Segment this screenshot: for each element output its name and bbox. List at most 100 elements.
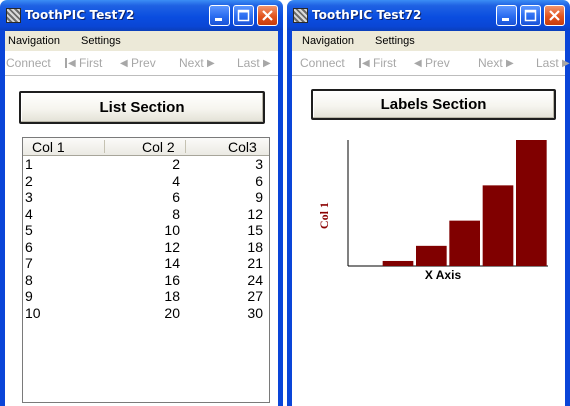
labels-section-button[interactable]: Labels Section: [311, 89, 556, 120]
list-row[interactable]: 2 4 6: [23, 173, 269, 190]
minimize-icon: [502, 18, 509, 21]
menu-bar: Navigation Settings: [5, 31, 278, 51]
cell-col2: 20: [164, 304, 180, 321]
y-axis-label: Col 1: [317, 202, 331, 229]
list-row[interactable]: 10 20 30: [23, 305, 269, 322]
first-button[interactable]: ◀ First: [65, 56, 102, 70]
close-icon: [549, 10, 560, 21]
next-arrow-icon: ▶: [207, 57, 215, 69]
maximize-button[interactable]: [233, 5, 254, 26]
x-axis-label: X Axis: [425, 268, 462, 282]
cell-col1: 2: [25, 172, 33, 189]
first-arrow-icon: ◀: [362, 57, 370, 69]
cell-col3: 24: [247, 271, 263, 288]
list-row[interactable]: 5 10 15: [23, 222, 269, 239]
close-button[interactable]: [544, 5, 565, 26]
cell-col2: 8: [172, 205, 180, 222]
column-header-col2[interactable]: Col 2: [142, 139, 175, 155]
cell-col3: 6: [255, 172, 263, 189]
cell-col2: 14: [164, 255, 180, 271]
cell-col1: 1: [25, 156, 33, 172]
first-button[interactable]: ◀ First: [359, 56, 396, 70]
bar-chart: X Axis Col 1: [317, 140, 548, 282]
title-bar[interactable]: ToothPIC Test72: [287, 0, 570, 31]
connect-label: Connect: [6, 56, 51, 70]
cell-col2: 10: [164, 222, 180, 238]
prev-label: Prev: [425, 56, 450, 70]
first-arrow-icon: ◀: [68, 57, 76, 69]
cell-col2: 12: [164, 238, 180, 255]
column-header-col1[interactable]: Col 1: [32, 139, 65, 155]
last-arrow-icon: ▶: [562, 57, 570, 69]
last-button[interactable]: Last ▶: [237, 56, 271, 70]
list-row[interactable]: 8 16 24: [23, 272, 269, 289]
column-divider[interactable]: [185, 140, 186, 153]
connect-button[interactable]: Connect: [6, 56, 51, 70]
prev-button[interactable]: ◀ Prev: [414, 56, 450, 70]
list-rows: 123 246 369 4 8 12 5 10 15 6 12 18 7 14 21 8 16 24…: [23, 156, 269, 321]
minimize-button[interactable]: [209, 5, 230, 26]
next-button[interactable]: Next ▶: [179, 56, 215, 70]
list-row[interactable]: 9 18 27: [23, 288, 269, 305]
next-label: Next: [478, 56, 503, 70]
list-row[interactable]: 1 2 3: [23, 156, 269, 173]
window-title: ToothPIC Test72: [312, 8, 422, 22]
column-divider[interactable]: [104, 140, 105, 153]
prev-arrow-icon: ◀: [120, 57, 128, 69]
maximize-icon: [237, 9, 250, 22]
window-list-section: ToothPIC Test72 Navigation Settings Conn…: [0, 0, 283, 406]
prev-label: Prev: [131, 56, 156, 70]
chart-bar: [449, 220, 480, 266]
cell-col1: 3: [25, 189, 33, 205]
cell-col3: 15: [247, 222, 263, 238]
maximize-icon: [524, 9, 537, 22]
list-row[interactable]: 7 14 21: [23, 255, 269, 272]
column-header-col3[interactable]: Col3: [228, 139, 257, 155]
cell-col3: 27: [247, 288, 263, 304]
title-bar[interactable]: ToothPIC Test72: [0, 0, 283, 31]
next-label: Next: [179, 56, 204, 70]
list-row[interactable]: 4 8 12: [23, 206, 269, 223]
last-label: Last: [237, 56, 260, 70]
cell-col2: 6: [172, 189, 180, 205]
next-arrow-icon: ▶: [506, 57, 514, 69]
cell-col1: 8: [25, 271, 33, 288]
maximize-button[interactable]: [520, 5, 541, 26]
app-icon[interactable]: [6, 8, 21, 23]
list-section-button[interactable]: List Section: [19, 91, 265, 124]
cell-col3: 30: [247, 304, 263, 321]
minimize-button[interactable]: [496, 5, 517, 26]
chart-bar: [382, 260, 414, 266]
close-button[interactable]: [257, 5, 278, 26]
app-icon[interactable]: [293, 8, 308, 23]
window-frame-left: [287, 30, 292, 406]
first-bar-icon: [65, 58, 67, 68]
connect-button[interactable]: Connect: [300, 56, 345, 70]
menu-settings[interactable]: Settings: [375, 35, 415, 47]
cell-col1: 4: [25, 205, 33, 222]
window-frame-left: [0, 30, 5, 406]
list-row[interactable]: 6 12 18: [23, 239, 269, 256]
window-frame-right: [278, 30, 283, 406]
chart-bar: [416, 245, 447, 266]
data-list[interactable]: Col 1 Col 2 Col3 123 246 369 4 8 12 5 10 15 …: [22, 137, 270, 403]
prev-button[interactable]: ◀ Prev: [120, 56, 156, 70]
cell-col1: 10: [25, 304, 41, 321]
next-button[interactable]: Next ▶: [478, 56, 514, 70]
cell-col1: 9: [25, 288, 33, 304]
close-icon: [262, 10, 273, 21]
cell-col3: 18: [247, 238, 263, 255]
list-header: Col 1 Col 2 Col3: [23, 138, 269, 156]
menu-navigation[interactable]: Navigation: [302, 35, 354, 47]
cell-col1: 7: [25, 255, 33, 271]
list-row[interactable]: 3 6 9: [23, 189, 269, 206]
menu-bar: Navigation Settings: [292, 31, 565, 51]
menu-navigation[interactable]: Navigation: [8, 35, 60, 47]
window-title: ToothPIC Test72: [25, 8, 135, 22]
cell-col2: 4: [172, 172, 180, 189]
cell-col2: 18: [164, 288, 180, 304]
cell-col1: 5: [25, 222, 33, 238]
last-button[interactable]: Last ▶: [536, 56, 570, 70]
first-label: First: [373, 56, 397, 70]
menu-settings[interactable]: Settings: [81, 35, 121, 47]
